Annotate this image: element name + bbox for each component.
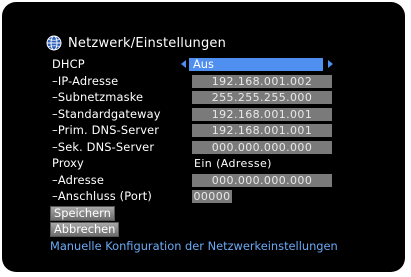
globe-icon <box>46 35 62 51</box>
setting-label-dhcp: DHCP <box>52 57 85 71</box>
cancel-button[interactable]: Abbrechen <box>50 222 120 237</box>
dhcp-value[interactable]: Aus <box>189 58 323 71</box>
network-settings-screen: Netzwerk/Einstellungen DHCP Aus –IP-Adre… <box>2 2 405 272</box>
settings-list: DHCP Aus –IP-Adresse 192.168.001.002 –Su… <box>52 57 352 206</box>
setting-row-proxy-address[interactable]: –Adresse 000.000.000.000 <box>52 173 352 188</box>
secondary-dns-field[interactable]: 000.000.000.000 <box>192 140 332 154</box>
setting-label-subnet-mask: –Subnetzmaske <box>52 90 144 105</box>
setting-label-default-gateway: –Standardgateway <box>52 106 161 121</box>
proxy-address-field[interactable]: 000.000.000.000 <box>192 173 332 187</box>
page-title: Netzwerk/Einstellungen <box>68 35 227 51</box>
setting-row-proxy[interactable]: Proxy Ein (Adresse) <box>52 156 352 171</box>
setting-row-default-gateway[interactable]: –Standardgateway 192.168.001.001 <box>52 107 352 122</box>
dhcp-selector[interactable]: Aus <box>179 58 333 71</box>
setting-label-proxy-port: –Anschluss (Port) <box>52 189 153 204</box>
save-button[interactable]: Speichern <box>50 206 115 221</box>
ip-address-field[interactable]: 192.168.001.002 <box>192 74 332 88</box>
screen-header: Netzwerk/Einstellungen <box>46 32 226 54</box>
setting-row-secondary-dns[interactable]: –Sek. DNS-Server 000.000.000.000 <box>52 140 352 155</box>
arrow-right-icon[interactable] <box>328 60 333 68</box>
setting-label-secondary-dns: –Sek. DNS-Server <box>52 139 155 154</box>
setting-label-proxy-address: –Adresse <box>52 172 105 187</box>
arrow-left-icon[interactable] <box>181 60 186 68</box>
setting-row-primary-dns[interactable]: –Prim. DNS-Server 192.168.001.001 <box>52 123 352 138</box>
setting-row-subnet-mask[interactable]: –Subnetzmaske 255.255.255.000 <box>52 90 352 105</box>
subnet-mask-field[interactable]: 255.255.255.000 <box>192 91 332 105</box>
default-gateway-field[interactable]: 192.168.001.001 <box>192 107 332 121</box>
setting-row-proxy-port[interactable]: –Anschluss (Port) 00000 <box>52 189 352 204</box>
proxy-port-field[interactable]: 00000 <box>192 190 232 204</box>
setting-label-proxy: Proxy <box>52 156 84 171</box>
proxy-value[interactable]: Ein (Adresse) <box>192 157 272 170</box>
setting-row-ip-address[interactable]: –IP-Adresse 192.168.001.002 <box>52 74 352 89</box>
setting-label-primary-dns: –Prim. DNS-Server <box>52 123 160 138</box>
help-text: Manuelle Konfiguration der Netzwerkeinst… <box>50 239 338 253</box>
primary-dns-field[interactable]: 192.168.001.001 <box>192 124 332 138</box>
setting-label-ip-address: –IP-Adresse <box>52 73 119 88</box>
setting-row-dhcp[interactable]: DHCP Aus <box>52 57 352 72</box>
